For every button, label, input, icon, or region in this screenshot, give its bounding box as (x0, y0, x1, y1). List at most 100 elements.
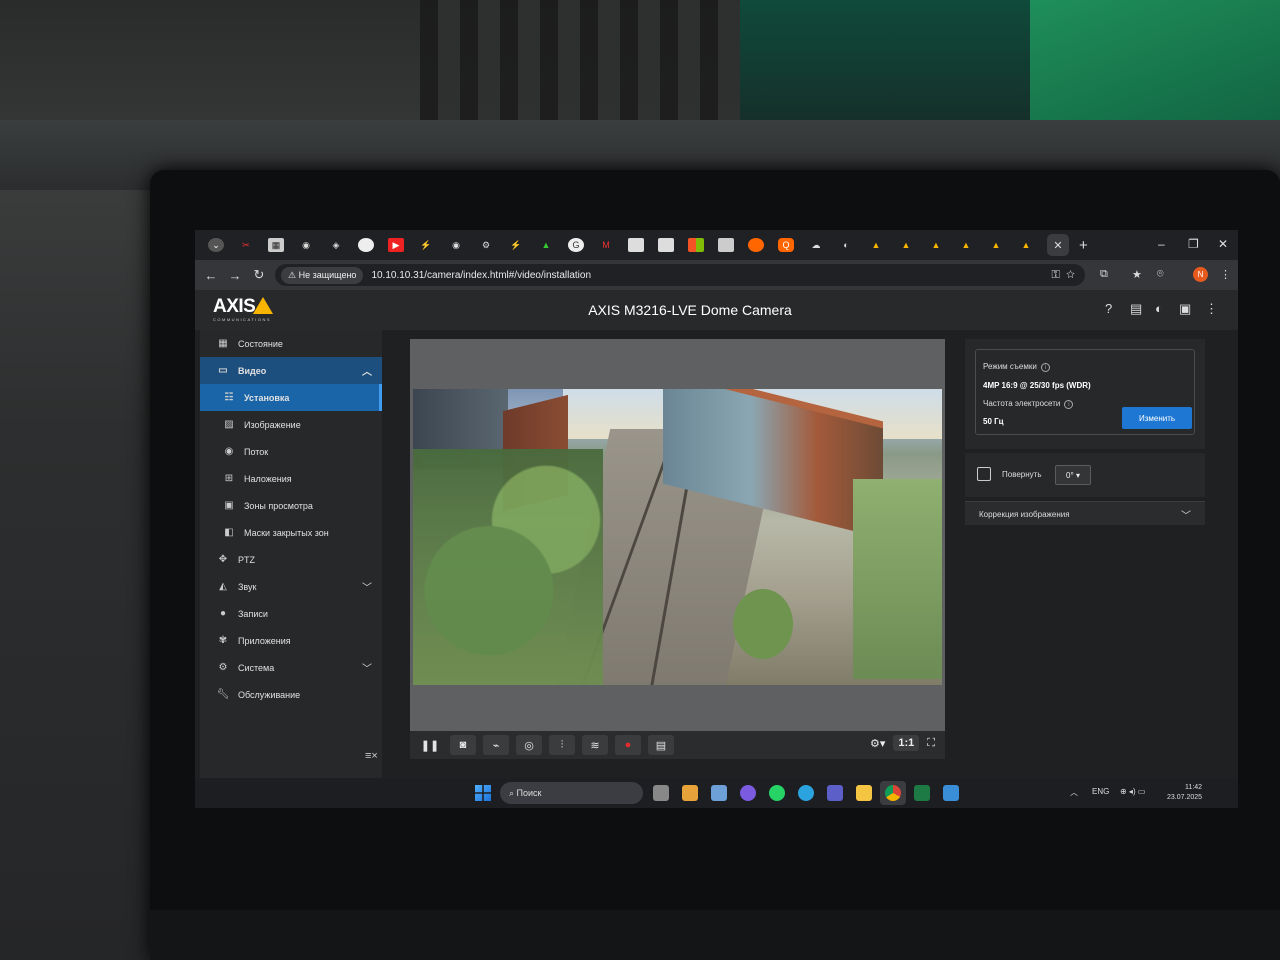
show-hidden-icons[interactable]: ︿ (1070, 787, 1078, 798)
network-sound-battery-icons[interactable]: ⊕ ◂) ▭ (1120, 787, 1145, 796)
tab-favicon[interactable] (718, 238, 734, 252)
tab-favicon[interactable]: ☁ (808, 238, 824, 252)
sidebar-item-system[interactable]: ⚙ Система ﹀ (200, 654, 382, 681)
change-button[interactable]: Изменить (1122, 407, 1192, 429)
taskbar-clock[interactable]: 11:42 23.07.2025 (1167, 783, 1202, 803)
axis-tab-favicon[interactable]: ▲ (868, 238, 884, 252)
address-bar[interactable]: ⚠ Не защищено 10.10.10.31/camera/index.h… (275, 264, 1085, 286)
restore-icon[interactable]: ❐ (1188, 237, 1199, 251)
photos-icon[interactable] (943, 785, 959, 801)
tab-favicon[interactable] (748, 238, 764, 252)
help-icon[interactable]: ? (1105, 301, 1112, 316)
sidebar-item-video[interactable]: ▭ Видео ︿ (200, 357, 382, 384)
new-tab-button[interactable]: + (1079, 237, 1088, 254)
snapshot-icon[interactable]: ◙ (450, 735, 476, 755)
tab-list-icon[interactable]: ⌄ (208, 238, 224, 252)
rotate-select[interactable]: 0° ▾ (1055, 465, 1091, 485)
back-icon[interactable]: ← (199, 268, 223, 283)
sidebar-item-recordings[interactable]: ● Записи (200, 600, 382, 627)
forward-icon[interactable]: → (223, 268, 247, 283)
widgets-icon[interactable] (682, 785, 698, 801)
sidebar-item-installation[interactable]: ☷ Установка (200, 384, 382, 411)
bookmark-star-icon[interactable]: ☆ (1066, 269, 1075, 281)
info-icon[interactable]: i (1040, 363, 1050, 372)
tab-favicon[interactable]: ⚡ (418, 238, 434, 252)
tab-favicon[interactable]: Q (778, 238, 794, 252)
active-tab-close-button[interactable]: ✕ (1047, 234, 1069, 256)
sidebar-item-privacy-masks[interactable]: ◧ Маски закрытых зон (200, 519, 382, 546)
axis-tab-favicon[interactable]: ▲ (928, 238, 944, 252)
tab-favicon[interactable]: ⚡ (508, 238, 524, 252)
focus-assist-icon[interactable]: ◎ (516, 735, 542, 755)
tab-favicon[interactable]: G (568, 238, 584, 252)
tab-favicon[interactable]: ◐ (838, 238, 854, 252)
security-chip[interactable]: ⚠ Не защищено (281, 266, 364, 284)
chevron-down-icon[interactable]: ﹀ (362, 579, 372, 594)
record-icon[interactable]: ● (615, 735, 641, 755)
fullscreen-icon[interactable]: ⛶ (927, 737, 935, 750)
axis-tab-favicon[interactable]: ▲ (988, 238, 1004, 252)
task-view-icon[interactable] (653, 785, 669, 801)
tab-favicon[interactable]: ▶ (388, 238, 404, 252)
media-icon[interactable]: ⌾ (1157, 268, 1164, 281)
whatsapp-icon[interactable] (769, 785, 785, 801)
sidebar-item-apps[interactable]: ✾ Приложения (200, 627, 382, 654)
chevron-down-icon[interactable]: ﹀ (1181, 507, 1191, 522)
tab-favicon[interactable]: ◉ (448, 238, 464, 252)
axis-tab-favicon[interactable]: ▲ (898, 238, 914, 252)
tab-favicon[interactable] (358, 238, 374, 252)
adjust-icon[interactable]: ⫶ (549, 735, 575, 755)
url-text[interactable]: 10.10.10.31/camera/index.html#/video/ins… (371, 270, 591, 281)
axis-tab-favicon[interactable]: ▲ (958, 238, 974, 252)
profile-avatar[interactable]: N (1193, 267, 1208, 282)
storage-icon[interactable]: ▤ (648, 735, 674, 755)
collapse-sidebar-icon[interactable]: ≡× (365, 750, 378, 762)
sidebar-item-overlays[interactable]: ⊞ Наложения (200, 465, 382, 492)
tab-favicon[interactable]: ▦ (268, 238, 284, 252)
chrome-icon[interactable] (885, 785, 901, 801)
more-options-icon[interactable]: ⋮ (1205, 301, 1218, 317)
axis-tab-favicon[interactable]: ▲ (1018, 238, 1034, 252)
sidebar-item-stream[interactable]: ◉ Поток (200, 438, 382, 465)
sidebar-item-view-areas[interactable]: ▣ Зоны просмотра (200, 492, 382, 519)
chevron-up-icon[interactable]: ︿ (362, 363, 372, 378)
account-icon[interactable]: ▣ (1179, 301, 1191, 317)
live-video-stream[interactable] (413, 389, 942, 685)
tab-favicon[interactable] (658, 238, 674, 252)
tab-favicon[interactable]: ▲ (538, 238, 554, 252)
password-key-icon[interactable]: ⚿ (1052, 269, 1060, 281)
reload-icon[interactable]: ↻ (247, 267, 271, 283)
stream-settings-icon[interactable]: ≋ (582, 735, 608, 755)
tab-favicon[interactable]: ◉ (298, 238, 314, 252)
sidebar-item-image[interactable]: ▨ Изображение (200, 411, 382, 438)
aspect-ratio-button[interactable]: 1:1 (893, 735, 920, 751)
taskbar-search[interactable]: ⌕ Поиск (500, 782, 643, 804)
info-icon[interactable]: i (1064, 400, 1074, 409)
sidebar-item-status[interactable]: ▦ Состояние (200, 330, 382, 357)
extensions-icon[interactable]: ⧉ (1100, 268, 1108, 281)
file-explorer-icon[interactable] (856, 785, 872, 801)
tab-favicon[interactable] (628, 238, 644, 252)
image-correction-section[interactable]: Коррекция изображения ﹀ (965, 501, 1205, 525)
windows-start-icon[interactable] (475, 785, 491, 801)
viber-icon[interactable] (740, 785, 756, 801)
feedback-icon[interactable]: ▤ (1130, 301, 1142, 317)
chevron-down-icon[interactable]: ﹀ (362, 660, 372, 675)
telegram-icon[interactable] (798, 785, 814, 801)
sidebar-item-audio[interactable]: ◭ Звук ﹀ (200, 573, 382, 600)
settings-dropdown-icon[interactable]: ⚙▾ (870, 737, 885, 750)
excel-icon[interactable] (914, 785, 930, 801)
autofocus-icon[interactable]: ⌁ (483, 735, 509, 755)
minimize-icon[interactable]: – (1158, 237, 1165, 251)
tab-favicon[interactable]: ◈ (328, 238, 344, 252)
teams-icon[interactable] (827, 785, 843, 801)
theme-icon[interactable]: ◐ (1155, 301, 1163, 316)
pause-icon[interactable]: ❚❚ (417, 735, 443, 755)
sidebar-item-ptz[interactable]: ✥ PTZ (200, 546, 382, 573)
bookmarks-icon[interactable]: ★ (1132, 268, 1142, 281)
browser-menu-icon[interactable]: ⋮ (1220, 268, 1231, 281)
tab-favicon[interactable] (688, 238, 704, 252)
sidebar-item-maintenance[interactable]: 🔧︎ Обслуживание (200, 681, 382, 708)
language-indicator[interactable]: ENG (1092, 787, 1109, 796)
tab-favicon[interactable]: M (598, 238, 614, 252)
